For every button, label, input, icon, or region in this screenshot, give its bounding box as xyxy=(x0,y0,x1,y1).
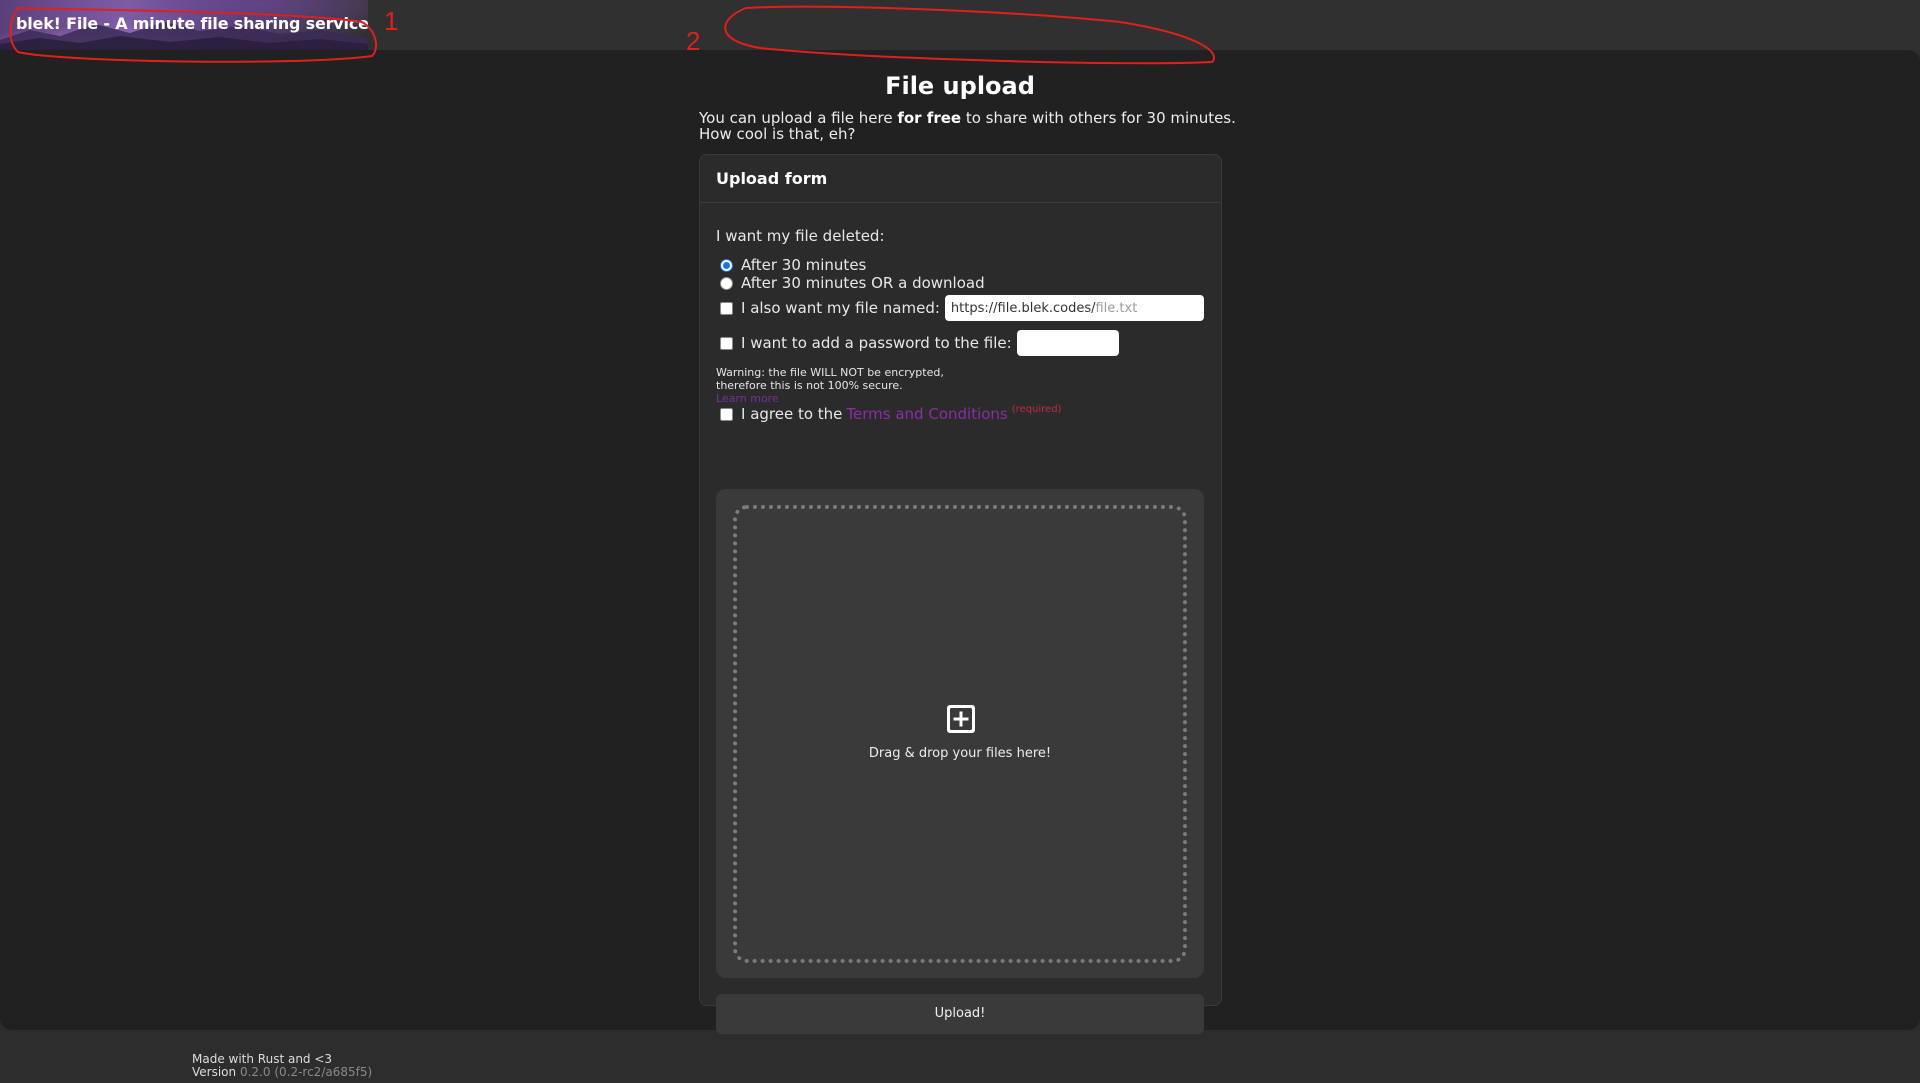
file-name-field[interactable]: https://file.blek.codes/file.txt xyxy=(944,295,1204,321)
password-row: I want to add a password to the file: xyxy=(720,330,1119,356)
intro-line2: How cool is that, eh? xyxy=(699,125,856,143)
required-marker: (required) xyxy=(1011,403,1062,415)
page-title: File upload xyxy=(885,72,1035,100)
top-bar: blek! File - A minute file sharing servi… xyxy=(0,0,1920,50)
upload-button[interactable]: Upload! xyxy=(716,994,1204,1034)
terms-checkbox[interactable] xyxy=(720,407,733,421)
encryption-warning: Warning: the file WILL NOT be encrypted,… xyxy=(716,366,976,405)
intro-part2: to share with others for 30 minutes. xyxy=(961,109,1236,127)
radio-button-checked[interactable] xyxy=(720,258,733,272)
dropzone-text: Drag & drop your files here! xyxy=(868,746,1052,761)
custom-name-checkbox[interactable] xyxy=(720,301,733,315)
file-dropzone[interactable]: Drag & drop your files here! xyxy=(716,489,1204,978)
plus-square-icon[interactable] xyxy=(945,703,977,735)
upload-form-card: Upload form I want my file deleted: Afte… xyxy=(699,154,1222,1034)
file-url-prefix: https://file.blek.codes/ xyxy=(950,300,1096,316)
annotation-number-1: 1 xyxy=(384,6,399,36)
learn-more-link[interactable]: Learn more xyxy=(716,392,976,405)
warning-line2: therefore this is not 100% secure. xyxy=(716,379,903,392)
card-title: Upload form xyxy=(700,155,1221,203)
footer: Made with Rust and <3 Version 0.2.0 (0.2… xyxy=(192,1053,372,1079)
file-name-placeholder: file.txt xyxy=(1095,300,1138,316)
custom-name-label[interactable]: I also want my file named: xyxy=(741,299,940,317)
password-checkbox[interactable] xyxy=(720,336,733,350)
password-field[interactable] xyxy=(1016,330,1119,356)
radio-label[interactable]: After 30 minutes OR a download xyxy=(741,274,985,292)
main-content: File upload You can upload a file here f… xyxy=(0,50,1920,1034)
footer-version-value: 0.2.0 (0.2-rc2/a685f5) xyxy=(239,1065,373,1079)
deletion-label: I want my file deleted: xyxy=(716,227,885,245)
custom-name-row: I also want my file named: https://file.… xyxy=(720,295,1204,321)
terms-link[interactable]: Terms and Conditions xyxy=(846,405,1007,423)
footer-made-with: Made with Rust and <3 xyxy=(192,1052,333,1066)
radio-option-30-minutes-or-download[interactable]: After 30 minutes OR a download xyxy=(720,274,985,292)
intro-text: You can upload a file here for free to s… xyxy=(699,110,1239,142)
terms-prefix[interactable]: I agree to the xyxy=(741,405,842,423)
annotation-number-2: 2 xyxy=(686,26,701,56)
radio-button[interactable] xyxy=(720,276,733,290)
warning-line1: Warning: the file WILL NOT be encrypted, xyxy=(716,366,944,379)
radio-label[interactable]: After 30 minutes xyxy=(741,256,866,274)
radio-option-30-minutes[interactable]: After 30 minutes xyxy=(720,256,866,274)
password-label[interactable]: I want to add a password to the file: xyxy=(741,334,1012,352)
brand-banner[interactable]: blek! File - A minute file sharing servi… xyxy=(0,0,368,50)
footer-version-label: Version xyxy=(192,1065,237,1079)
terms-row: I agree to the Terms and Conditions (req… xyxy=(720,403,1062,423)
intro-bold: for free xyxy=(897,109,962,127)
site-title[interactable]: blek! File - A minute file sharing servi… xyxy=(16,14,368,33)
